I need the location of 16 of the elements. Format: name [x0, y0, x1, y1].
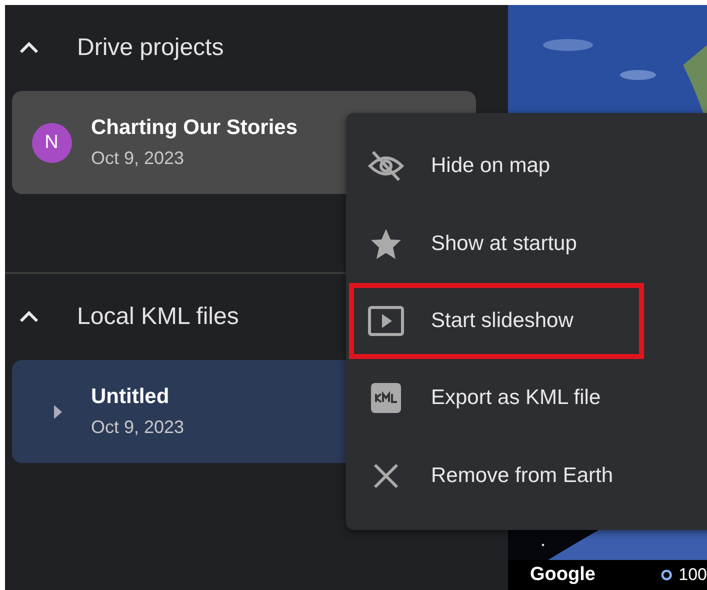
project-title: Untitled	[91, 385, 170, 409]
project-date: Oct 9, 2023	[91, 148, 186, 169]
section-title: Drive projects	[77, 34, 224, 62]
expand-arrow-icon[interactable]	[52, 404, 62, 420]
eye-slash-icon	[366, 150, 406, 182]
project-title: Charting Our Stories	[91, 116, 298, 140]
project-date: Oct 9, 2023	[91, 417, 184, 438]
slideshow-icon	[366, 306, 406, 336]
menu-item[interactable]: Show at startup	[346, 205, 707, 283]
avatar: N	[32, 122, 72, 162]
scale-text: 100	[678, 565, 707, 585]
section-title: Local KML files	[77, 303, 239, 331]
chevron-icon[interactable]	[19, 311, 39, 323]
menu-item[interactable]: Start slideshow	[349, 283, 644, 359]
map-logo: Google	[530, 564, 596, 586]
chevron-icon[interactable]	[19, 42, 39, 54]
